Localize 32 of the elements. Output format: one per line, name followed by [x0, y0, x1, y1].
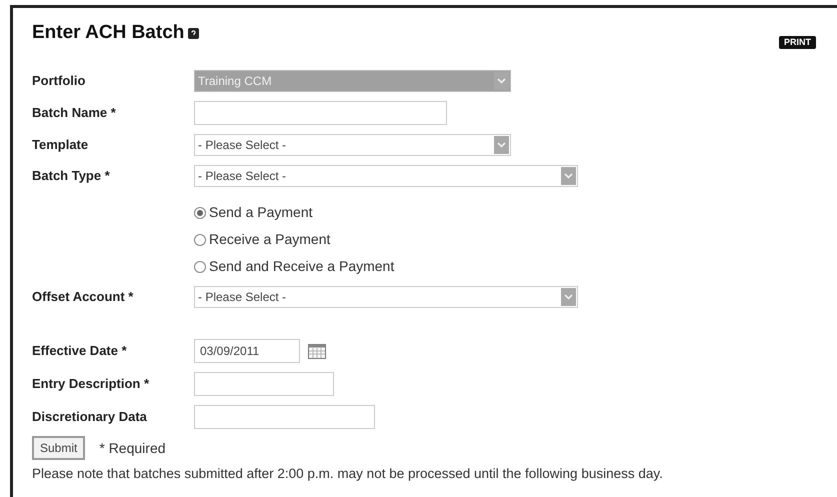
radio-button[interactable] — [194, 206, 206, 218]
field-label: Entry Description * — [32, 375, 150, 394]
notice-text: Please note that batches submitted after 2:00 p.m. may not be processed until the following business day. — [32, 465, 664, 483]
field-label: Portfolio — [32, 72, 86, 90]
help-icon[interactable] — [188, 28, 200, 39]
text-field[interactable] — [194, 405, 375, 429]
field-label: Offset Account * — [32, 288, 134, 306]
radio-button[interactable] — [194, 260, 206, 272]
radio-label: Send a Payment — [209, 203, 313, 222]
field-label: Effective Date * — [32, 342, 128, 360]
page-title: Enter ACH Batch — [32, 21, 184, 46]
select-field[interactable]: - Please Select - — [194, 134, 511, 156]
field-label: Batch Name * — [32, 104, 117, 122]
caret-icon — [561, 288, 576, 306]
calendar-icon[interactable] — [308, 344, 326, 358]
caret-icon — [561, 167, 576, 185]
radio-button[interactable] — [194, 234, 206, 246]
field-label: Template — [32, 136, 90, 154]
print-button[interactable]: PRINT — [779, 36, 816, 49]
caret-icon — [494, 136, 509, 154]
text-field[interactable] — [194, 372, 334, 396]
date-field[interactable]: 03/09/2011 — [194, 339, 300, 363]
select-field[interactable]: - Please Select - — [194, 165, 578, 187]
field-label: Batch Type * — [32, 167, 111, 186]
select-field[interactable]: - Please Select - — [194, 286, 578, 308]
field-label: Discretionary Data — [32, 408, 148, 426]
caret-icon — [494, 72, 509, 90]
required-note: * Required — [99, 438, 166, 458]
radio-label: Receive a Payment — [209, 230, 330, 249]
text-field[interactable] — [194, 101, 447, 125]
radio-label: Send and Receive a Payment — [209, 257, 394, 276]
submit-button[interactable]: Submit — [32, 436, 86, 460]
